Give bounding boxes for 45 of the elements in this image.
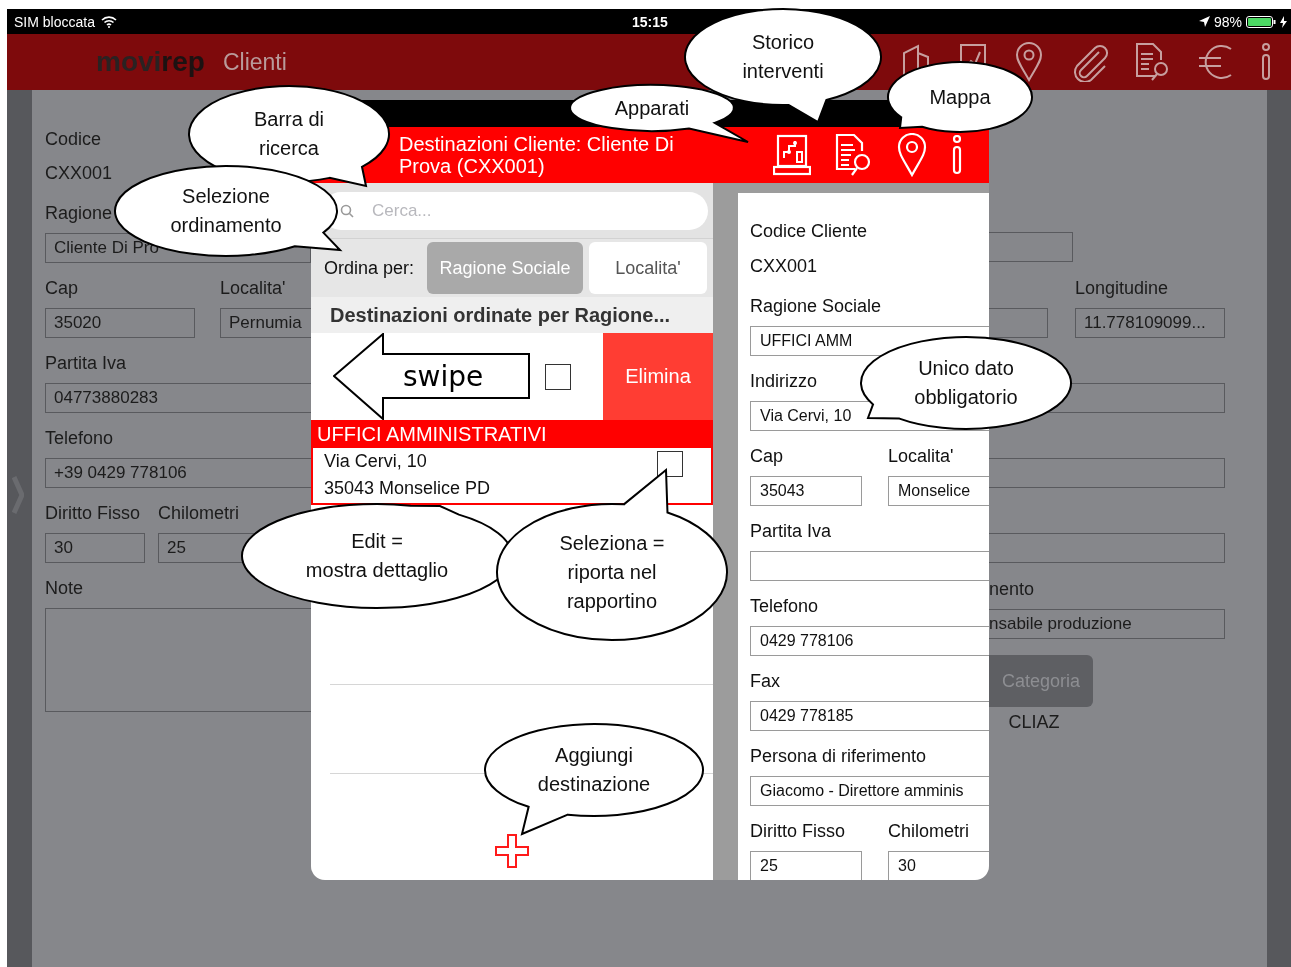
battery-percent: 98% xyxy=(1213,13,1242,30)
field-label: Ragione Sociale xyxy=(750,295,882,317)
field-label: Codice Cliente xyxy=(750,220,868,242)
client-code: CXX001 xyxy=(45,162,113,184)
field-label: Cap xyxy=(750,445,784,467)
field-label: Longitudine xyxy=(1075,277,1169,299)
callout-tooltip-text: Selezione ordinamento xyxy=(170,184,282,238)
field-label: Fax xyxy=(750,670,780,692)
field-label: Localita' xyxy=(888,445,954,467)
section-header: Destinazioni ordinate per Ragione... xyxy=(311,297,713,333)
field-label: Chilometri xyxy=(158,502,240,524)
clock-label: 15:15 xyxy=(632,13,668,30)
callout-tooltip-text: Seleziona = riporta nel rapportino xyxy=(559,530,665,614)
field-label: Localita' xyxy=(220,277,286,299)
field-label: Chilometri xyxy=(888,820,970,842)
field-label: Note xyxy=(45,577,84,599)
callout-tooltip-text: Aggiungi destinazione xyxy=(537,743,651,797)
callout-tooltip-text: Mappa xyxy=(929,84,991,110)
field-label: nento xyxy=(989,578,1035,600)
field-label: Persona di riferimento xyxy=(750,745,927,767)
field-label: Telefono xyxy=(45,427,114,449)
callout-tooltip-text: Edit = mostra dettaglio xyxy=(305,529,449,583)
destination-city: 35043 Monselice PD xyxy=(324,477,491,500)
field-label: Codice xyxy=(45,128,102,150)
field-label: Indirizzo xyxy=(750,370,818,392)
app-logo: movirep xyxy=(96,46,205,78)
callout-tooltip-text: Storico interventi xyxy=(742,30,824,84)
callout-tooltip-text: Apparati xyxy=(614,95,690,121)
field-label: Cap xyxy=(45,277,79,299)
field-label: Telefono xyxy=(750,595,819,617)
destination-address: Via Cervi, 10 xyxy=(324,450,428,473)
client-code: CXX001 xyxy=(750,255,819,277)
carrier-label: SIM bloccata xyxy=(14,13,95,30)
field-label: Ragione xyxy=(45,202,113,224)
field-label: Partita Iva xyxy=(45,352,127,374)
field-label: Diritto Fisso xyxy=(45,502,140,524)
category-value: CLIAZ xyxy=(1007,712,1061,733)
page-title: Clienti xyxy=(222,48,287,76)
field-label: Partita Iva xyxy=(750,520,832,542)
swipe-label: swipe xyxy=(403,360,484,394)
sort-label: Ordina per: xyxy=(324,257,416,279)
modal-title: Destinazioni Cliente: Cliente Di Prova (CXX001) xyxy=(399,133,674,177)
field-label: Diritto Fisso xyxy=(750,820,845,842)
callout-tooltip-text: Unico dato obbligatorio xyxy=(914,356,1018,410)
callout-tooltip-text: Barra di ricerca xyxy=(254,107,324,161)
